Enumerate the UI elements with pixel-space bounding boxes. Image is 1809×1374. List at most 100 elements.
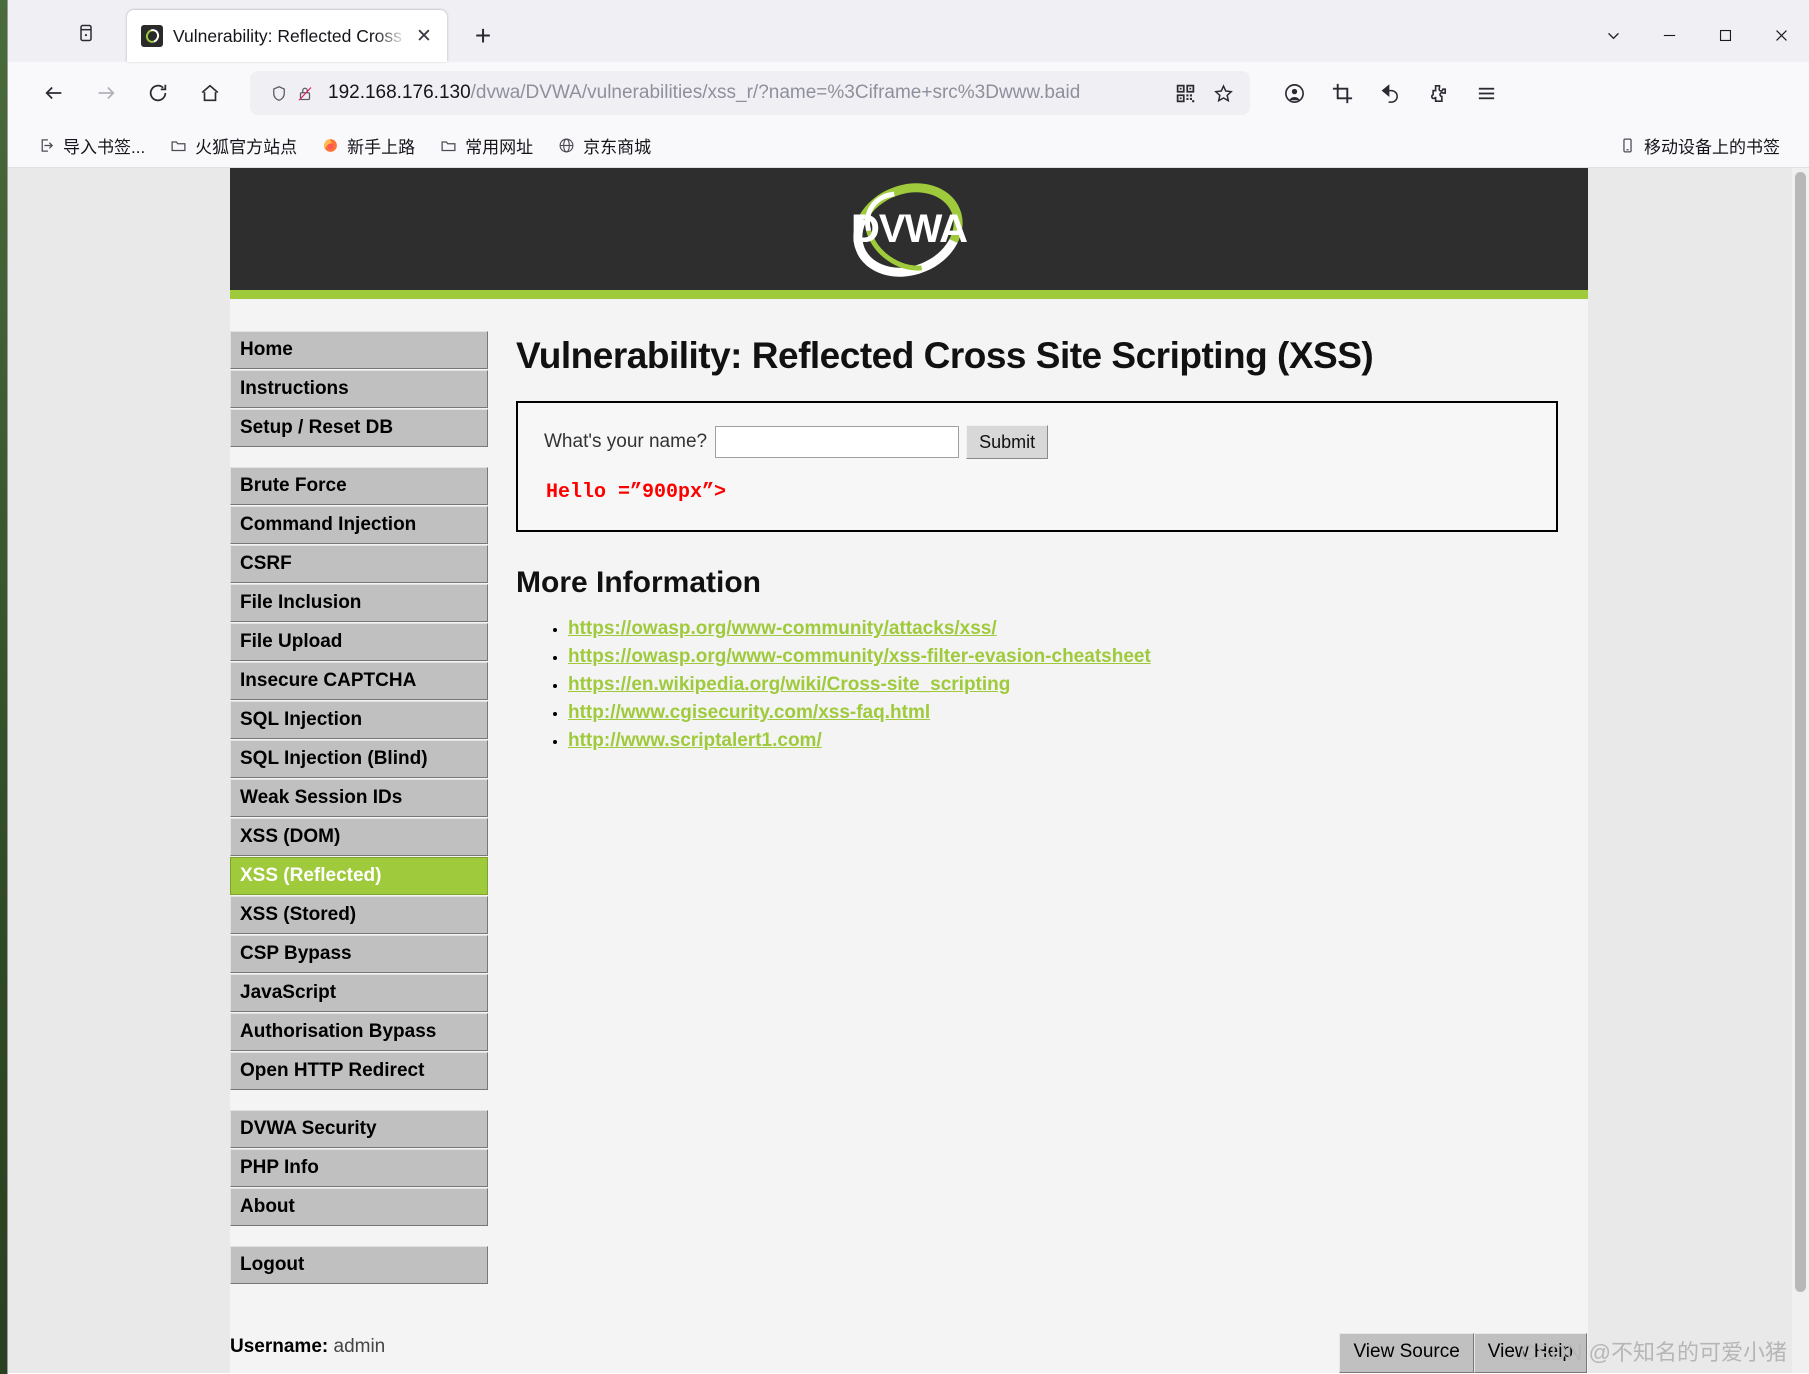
tab-favicon-dvwa (141, 25, 163, 47)
bookmark-beginner[interactable]: 新手上路 (310, 129, 424, 163)
sidebar-item-open-http-redirect[interactable]: Open HTTP Redirect (230, 1052, 488, 1090)
qr-code-icon (1176, 84, 1194, 102)
dvwa-logo-text: DVWA (851, 207, 968, 251)
sidebar-item-csrf[interactable]: CSRF (230, 545, 488, 583)
reference-link[interactable]: https://owasp.org/www-community/xss-filt… (568, 646, 1151, 667)
forward-arrow-icon (98, 86, 115, 100)
bookmark-import[interactable]: 导入书签... (26, 129, 154, 163)
bookmark-label: 移动设备上的书签 (1644, 138, 1780, 157)
reference-link[interactable]: https://en.wikipedia.org/wiki/Cross-site… (568, 674, 1010, 695)
tracking-shield-icon[interactable] (266, 84, 292, 103)
reference-link[interactable]: https://owasp.org/www-community/attacks/… (568, 618, 997, 639)
account-button[interactable] (1270, 71, 1318, 115)
submit-button[interactable]: Submit (966, 425, 1049, 459)
window-close-button[interactable] (1753, 8, 1809, 62)
vulnerability-box: What's your name? Submit Hello =”900px”> (516, 401, 1558, 532)
reference-link[interactable]: http://www.cgisecurity.com/xss-faq.html (568, 702, 930, 723)
list-item: http://www.cgisecurity.com/xss-faq.html (568, 702, 1558, 724)
dvwa-header-banner: DVWA (230, 168, 1588, 299)
tab-list-dropdown-button[interactable] (1585, 8, 1641, 62)
back-button[interactable] (32, 71, 76, 115)
bookmark-firefox-site[interactable]: 火狐官方站点 (158, 129, 306, 163)
name-field-label: What's your name? (544, 431, 708, 452)
sidebar-item-file-inclusion[interactable]: File Inclusion (230, 584, 488, 622)
bookmark-common-sites[interactable]: 常用网址 (428, 129, 542, 163)
view-help-button[interactable]: View Help (1473, 1333, 1587, 1373)
list-item: https://en.wikipedia.org/wiki/Cross-site… (568, 674, 1558, 696)
sidebar-item-instructions[interactable]: Instructions (230, 370, 488, 408)
menu-group-session: Logout (230, 1246, 488, 1284)
sidebar-item-sql-injection-blind[interactable]: SQL Injection (Blind) (230, 740, 488, 778)
sidebar-item-xss-stored[interactable]: XSS (Stored) (230, 896, 488, 934)
dvwa-logo: DVWA (824, 168, 994, 293)
menu-group-tools: DVWA Security PHP Info About (230, 1110, 488, 1226)
bookmark-mobile-folder[interactable]: 移动设备上的书签 (1607, 129, 1789, 163)
url-path: /dvwa/DVWA/vulnerabilities/xss_r/?name=%… (470, 82, 1081, 103)
tab-title: Vulnerability: Reflected Cross (173, 25, 402, 46)
sidebar-item-sql-injection[interactable]: SQL Injection (230, 701, 488, 739)
bookmark-star-button[interactable] (1204, 74, 1242, 112)
sidebar-item-csp-bypass[interactable]: CSP Bypass (230, 935, 488, 973)
more-information-heading: More Information (516, 566, 761, 599)
extensions-button[interactable] (1414, 71, 1462, 115)
sidebar-item-xss-dom[interactable]: XSS (DOM) (230, 818, 488, 856)
new-tab-button[interactable]: + (463, 16, 503, 56)
list-item: http://www.scriptalert1.com/ (568, 730, 1558, 752)
folder-icon (167, 137, 189, 154)
sidebar-item-insecure-captcha[interactable]: Insecure CAPTCHA (230, 662, 488, 700)
more-information-links: https://owasp.org/www-community/attacks/… (516, 618, 1558, 752)
screenshot-button[interactable] (1318, 71, 1366, 115)
home-icon (201, 84, 219, 102)
sidebar-item-weak-session-ids[interactable]: Weak Session IDs (230, 779, 488, 817)
tab-close-icon[interactable]: ✕ (411, 23, 437, 49)
dvwa-body: Home Instructions Setup / Reset DB Brute… (230, 290, 1588, 1358)
qr-code-button[interactable] (1166, 74, 1204, 112)
username-label: Username: (230, 1336, 329, 1357)
dvwa-sidebar-nav: Home Instructions Setup / Reset DB Brute… (230, 299, 488, 1358)
bookmark-label: 京东商城 (583, 138, 652, 157)
firefox-view-button[interactable] (63, 10, 109, 56)
sidebar-item-logout[interactable]: Logout (230, 1246, 488, 1284)
window-maximize-button[interactable] (1697, 8, 1753, 62)
page-content-viewport: DVWA Home Instructions Setup / Reset DB … (8, 168, 1809, 1373)
dvwa-main-content: Vulnerability: Reflected Cross Site Scri… (488, 299, 1588, 1358)
username-value: admin (333, 1336, 386, 1357)
view-source-button[interactable]: View Source (1339, 1333, 1474, 1373)
screenshot-crop-icon (1332, 83, 1352, 103)
sidebar-item-setup-reset-db[interactable]: Setup / Reset DB (230, 409, 488, 447)
app-menu-button[interactable] (1462, 71, 1510, 115)
undo-button[interactable] (1366, 71, 1414, 115)
broken-lock-icon (298, 86, 312, 101)
home-button[interactable] (188, 71, 232, 115)
star-icon (1213, 83, 1233, 102)
browser-tab[interactable]: Vulnerability: Reflected Cross ✕ (127, 10, 447, 62)
sidebar-item-file-upload[interactable]: File Upload (230, 623, 488, 661)
bookmarks-toolbar: 导入书签... 火狐官方站点 新手上路 常用网址 京东商城 移动设备上的书签 (8, 124, 1809, 168)
xss-output-text: Hello =”900px”> (546, 481, 727, 504)
sidebar-item-php-info[interactable]: PHP Info (230, 1149, 488, 1187)
sidebar-item-brute-force[interactable]: Brute Force (230, 467, 488, 505)
sidebar-item-xss-reflected[interactable]: XSS (Reflected) (230, 857, 488, 895)
url-bar[interactable]: 192.168.176.130/dvwa/DVWA/vulnerabilitie… (250, 71, 1250, 115)
sidebar-item-dvwa-security[interactable]: DVWA Security (230, 1110, 488, 1148)
firefox-view-icon (80, 24, 92, 42)
mobile-device-icon (1616, 137, 1638, 154)
forward-button[interactable] (84, 71, 128, 115)
reference-link[interactable]: http://www.scriptalert1.com/ (568, 730, 822, 751)
sidebar-item-authorisation-bypass[interactable]: Authorisation Bypass (230, 1013, 488, 1051)
page-scrollbar-thumb[interactable] (1795, 172, 1806, 1292)
name-input[interactable] (715, 426, 960, 458)
sidebar-item-about[interactable]: About (230, 1188, 488, 1226)
back-arrow-icon (45, 86, 62, 100)
sidebar-item-command-injection[interactable]: Command Injection (230, 506, 488, 544)
minimize-icon (1663, 34, 1675, 36)
sidebar-item-javascript[interactable]: JavaScript (230, 974, 488, 1012)
bookmark-jd[interactable]: 京东商城 (546, 129, 660, 163)
puzzle-piece-icon (1430, 84, 1446, 102)
reload-button[interactable] (136, 71, 180, 115)
sidebar-item-home[interactable]: Home (230, 331, 488, 369)
connection-not-secure-icon[interactable] (292, 84, 318, 103)
url-host: 192.168.176.130 (328, 82, 471, 103)
window-minimize-button[interactable] (1641, 8, 1697, 62)
page-scrollbar-track[interactable] (1792, 168, 1809, 1373)
